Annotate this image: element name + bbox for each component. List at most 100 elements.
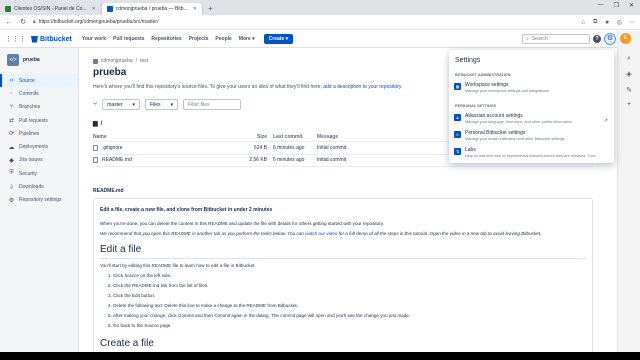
sidebar-item-pull-requests[interactable]: ⇄ Pull requests [0,114,78,127]
sidebar-item-label: Security [19,170,38,177]
more-icon[interactable]: ⋯ [629,19,635,26]
breadcrumb-workspace[interactable]: cdmonjprueba [101,58,133,64]
pull-request-icon: ⇄ [8,118,15,125]
file-name[interactable]: .gitignore [102,145,123,151]
sidebar-item-label: Downloads [19,184,44,191]
lock-icon: 🔒︎ [33,19,36,25]
chevron-down-icon: ▾ [252,36,255,42]
search-input[interactable]: ⌕ Search [522,34,590,44]
tools-icon[interactable]: ✎ [625,87,633,95]
file-name[interactable]: README.md [102,157,132,163]
nav-repositories[interactable]: Repositories [151,36,181,42]
refresh-icon[interactable]: ↻ [19,18,27,26]
intro-text: Here's where you'll find this repository… [93,84,322,90]
avatar[interactable]: C [620,33,631,44]
nav-people[interactable]: People [215,36,231,42]
url-field[interactable]: 🔒︎ https://bitbucket.org/cdmonjprueba/pr… [33,19,158,25]
menu-item-workspace-settings[interactable]: ▦ Workspace settings Manage your workspa… [454,82,550,93]
new-tab-button[interactable]: + [203,3,218,15]
menu-item-labs[interactable]: ⚗ Labs Help us test new new or experimen… [454,147,598,158]
add-description-link[interactable]: add a description to your repository. [323,84,402,90]
profile-icon[interactable]: ◎ [617,19,622,26]
sidebar-item-label: Deployments [19,144,49,151]
close-window-button[interactable]: ✕ [629,2,634,9]
create-button[interactable]: Create ▾ [263,34,294,44]
maximize-button[interactable]: ❐ [614,2,619,9]
commit-icon: ◦ [10,90,13,97]
readme-heading-create: Create a file [100,338,586,352]
file-size: 624 B [253,144,267,151]
letterbox-bar [0,352,640,360]
file-name-cell: .gitignore [93,144,245,151]
sidebar-item-commits[interactable]: ◦ Commits [0,87,78,100]
readme-heading-edit: Edit a file [100,244,586,259]
person-settings-icon: ☺ [454,131,461,138]
jira-icon: ◆ [9,157,14,164]
breadcrumb: cdmonjprueba / test [93,58,148,64]
sidebar-item-deployments[interactable]: ☁ Deployments [0,140,78,153]
back-icon[interactable]: ← [5,19,13,26]
menu-item-atlassian-account[interactable]: ▲ Atlassian account settings Manage your… [454,113,573,124]
shopping-icon[interactable]: ◈ [625,71,633,79]
app-switcher-icon[interactable]: ⋮⋮⋮ [5,35,26,43]
extensions-icon[interactable]: ⧉ [593,19,597,26]
menu-item-title: Labs [465,147,476,153]
branch-select[interactable]: master ▾ [102,99,140,110]
sidebar-item-branches[interactable]: ⑂ Branches [0,101,78,114]
close-icon[interactable]: ✕ [92,6,96,12]
files-select[interactable]: Files ▾ [145,99,179,110]
minimize-button[interactable]: — [598,2,604,9]
page-title: prueba [93,67,127,78]
bitbucket-logo[interactable]: Bitbucket [31,35,72,43]
file-icon [93,157,98,164]
filter-placeholder: Filter files [188,101,210,108]
chevron-down-icon: ▾ [170,101,174,108]
browser-tab-clientes[interactable]: Clientes OS/SIN - Panel de Co... ✕ [0,3,102,15]
breadcrumb-project[interactable]: test [140,58,148,64]
browser-tab-bitbucket[interactable]: cdmonjprueba / prueba — Bitb... ✕ [101,3,203,15]
readme-heading: README.md [93,188,124,194]
workspace-icon: ▦ [454,83,461,90]
sidebar-item-repository-settings[interactable]: ⚙ Repository settings [0,194,78,207]
sidebar-item-source[interactable]: ‹› Source [0,74,78,88]
nav-more[interactable]: More ▾ [239,36,255,42]
nav-your-work[interactable]: Your work [82,36,106,42]
readme-steps: 1. Click Source on the left side. 2. Cli… [108,273,586,328]
sidebar-item-downloads[interactable]: ⇩ Downloads [0,180,78,193]
repo-header[interactable]: </> prueba [0,48,78,74]
favorites-icon[interactable]: ★ [604,19,609,26]
filter-files-input[interactable]: Filter files [183,99,242,110]
browser-actions: ☆ ⧉ ★ ◎ ⋯ [581,19,635,26]
help-icon[interactable]: ? [593,35,601,43]
watch-video-link[interactable]: watch our video [305,231,337,236]
sidebar-item-security[interactable]: ⛨ Security [0,167,78,180]
close-icon[interactable]: ✕ [193,6,197,12]
column-last-commit: Last commit [273,133,303,140]
sidebar-item-label: Pull requests [19,117,48,124]
nav-pull-requests[interactable]: Pull requests [113,36,144,42]
code-icon: ‹› [9,77,14,84]
menu-item-personal-bitbucket[interactable]: ☺ Personal Bitbucket settings Manage you… [454,130,565,141]
sidebar-item-jira-issues[interactable]: ◆ Jira issues [0,154,78,167]
repo-name: prueba [23,57,40,63]
nav-projects[interactable]: Projects [189,36,209,42]
add-icon[interactable]: + [625,101,633,109]
search-icon[interactable]: ⌕ [625,55,633,63]
file-name-cell: README.md [93,157,245,164]
repo-avatar-icon: </> [7,54,19,66]
tab-favicon-icon [5,6,11,12]
list-item: 2. Click the README.md link from the lis… [108,283,209,288]
browser-side-panel: ⌕ ◈ ✎ + [617,31,640,352]
url-text: https://bitbucket.org/cdmonjprueba/prueb… [38,19,159,25]
menu-item-description: Manage your workspace settings and integ… [465,89,550,93]
settings-gear-icon[interactable]: ⚙ [604,33,616,45]
nav-more-label: More [238,36,251,42]
gear-icon: ⚙ [8,197,15,204]
sidebar-item-pipelines[interactable]: ⟳ Pipelines [0,127,78,140]
file-size: 2.56 KB [249,157,267,164]
star-icon[interactable]: ☆ [581,19,586,26]
folder-name: / [100,120,103,127]
file-last-commit: 6 minutes ago [273,157,305,164]
tab-label: Clientes OS/SIN - Panel de Co... [14,6,87,12]
menu-item-text: Atlassian account settings Manage your l… [465,113,573,124]
